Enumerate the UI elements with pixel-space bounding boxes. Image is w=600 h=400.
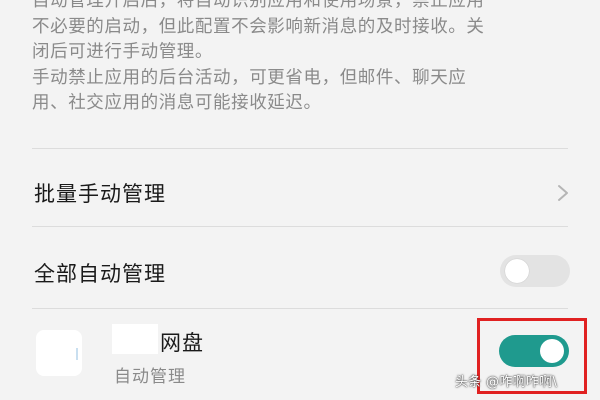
- divider: [32, 226, 568, 227]
- divider: [32, 148, 568, 149]
- auto-management-description: 自动管理开启后，将自动识别应用和使用场景，禁止应用 不必要的启动，但此配置不会影…: [32, 0, 580, 116]
- watermark: 头条 @咋啊咋啊\: [455, 375, 558, 390]
- all-auto-management-label: 全部自动管理: [34, 262, 166, 286]
- description-line-4: 手动禁止应用的后台活动，可更省电，但邮件、聊天应: [32, 67, 467, 88]
- description-line-3: 闭后可进行手动管理。: [32, 42, 213, 62]
- batch-manual-management-label[interactable]: 批量手动管理: [34, 178, 166, 208]
- divider: [32, 308, 568, 309]
- description-line-2: 不必要的启动，但此配置不会影响新消息的及时接收。关: [32, 16, 485, 37]
- description-line-5: 用、社交应用的消息可能接收延迟。: [32, 93, 322, 113]
- app-name: 网盘: [160, 331, 204, 355]
- all-auto-management-toggle[interactable]: [500, 255, 570, 287]
- app-icon: [36, 330, 82, 376]
- redacted-app-name: [112, 324, 158, 354]
- chevron-right-icon[interactable]: [556, 183, 570, 203]
- toggle-knob: [505, 259, 529, 283]
- app-status-label: 自动管理: [114, 367, 186, 387]
- app-icon-mark: [76, 348, 78, 360]
- description-line-1: 自动管理开启后，将自动识别应用和使用场景，禁止应用: [32, 0, 485, 11]
